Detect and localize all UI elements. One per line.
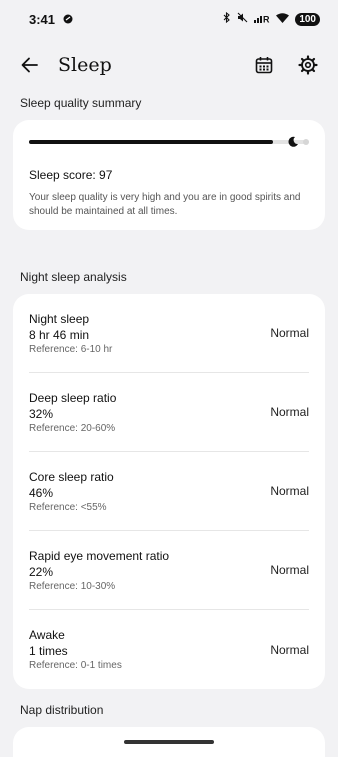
settings-button[interactable] <box>294 51 322 79</box>
mute-icon <box>237 12 248 26</box>
gear-icon <box>298 55 318 75</box>
progress-end-dot <box>303 139 309 145</box>
row-name: Rapid eye movement ratio <box>29 548 170 563</box>
page-title: Sleep <box>58 54 112 76</box>
sleep-score: Sleep score: 97 <box>29 168 113 182</box>
row-info: Awake 1 times Reference: 0-1 times <box>29 628 122 671</box>
analysis-row-core-sleep[interactable]: Core sleep ratio 46% Reference: <55% Nor… <box>29 452 309 531</box>
row-status: Normal <box>270 642 309 657</box>
moon-icon <box>288 136 298 147</box>
row-info: Core sleep ratio 46% Reference: <55% <box>29 470 114 513</box>
row-reference: Reference: 10-30% <box>29 580 116 592</box>
app-notification-icon <box>63 12 73 27</box>
bluetooth-icon <box>223 11 231 26</box>
row-value: 8 hr 46 min <box>29 327 90 342</box>
row-value: 1 times <box>29 644 68 658</box>
nap-section-title: Nap distribution <box>20 703 104 717</box>
sleep-quality-card: Sleep score: 97 Your sleep quality is ve… <box>13 120 325 230</box>
calendar-button[interactable] <box>250 51 278 79</box>
row-name: Deep sleep ratio <box>29 390 117 405</box>
sleep-score-bar <box>29 136 309 148</box>
signal-icon: R <box>254 13 270 26</box>
analysis-row-night-sleep[interactable]: Night sleep 8 hr 46 min Reference: 6-10 … <box>29 294 309 373</box>
analysis-row-deep-sleep[interactable]: Deep sleep ratio 32% Reference: 20-60% N… <box>29 373 309 452</box>
row-name: Night sleep <box>29 311 90 326</box>
analysis-row-awake[interactable]: Awake 1 times Reference: 0-1 times Norma… <box>29 610 309 689</box>
row-value: 32% <box>29 406 54 421</box>
row-reference: Reference: 0-1 times <box>29 660 122 671</box>
row-reference: Reference: <55% <box>29 501 107 513</box>
row-info: Night sleep 8 hr 46 min Reference: 6-10 … <box>29 312 112 355</box>
wifi-icon <box>276 12 290 26</box>
row-name: Core sleep ratio <box>29 469 114 484</box>
status-bar: 3:41 R 100 <box>0 0 338 38</box>
row-status: Normal <box>270 326 309 340</box>
row-status: Normal <box>270 563 309 577</box>
row-value: 22% <box>29 564 54 579</box>
home-indicator[interactable] <box>124 740 214 744</box>
summary-section-title: Sleep quality summary <box>20 96 142 110</box>
analysis-section-title: Night sleep analysis <box>20 270 127 284</box>
row-name: Awake <box>29 628 65 642</box>
back-button[interactable] <box>16 51 44 79</box>
row-info: Rapid eye movement ratio 22% Reference: … <box>29 549 169 592</box>
row-status: Normal <box>270 484 309 498</box>
row-info: Deep sleep ratio 32% Reference: 20-60% <box>29 391 116 434</box>
row-status: Normal <box>270 405 309 419</box>
battery-indicator: 100 <box>295 12 320 26</box>
svg-text:R: R <box>263 14 270 23</box>
sleep-description: Your sleep quality is very high and you … <box>29 192 301 217</box>
progress-fill <box>29 140 274 144</box>
row-reference: Reference: 6-10 hr <box>29 343 113 355</box>
calendar-icon <box>255 57 273 74</box>
row-value: 46% <box>29 485 54 500</box>
status-left: 3:41 <box>29 12 73 27</box>
status-right: R 100 <box>223 11 320 26</box>
night-sleep-analysis-card: Night sleep 8 hr 46 min Reference: 6-10 … <box>13 294 325 689</box>
app-bar: Sleep <box>0 40 338 90</box>
arrow-left-icon <box>21 57 38 73</box>
analysis-row-rem[interactable]: Rapid eye movement ratio 22% Reference: … <box>29 531 309 610</box>
row-reference: Reference: 20-60% <box>29 422 116 434</box>
status-time: 3:41 <box>29 11 56 27</box>
